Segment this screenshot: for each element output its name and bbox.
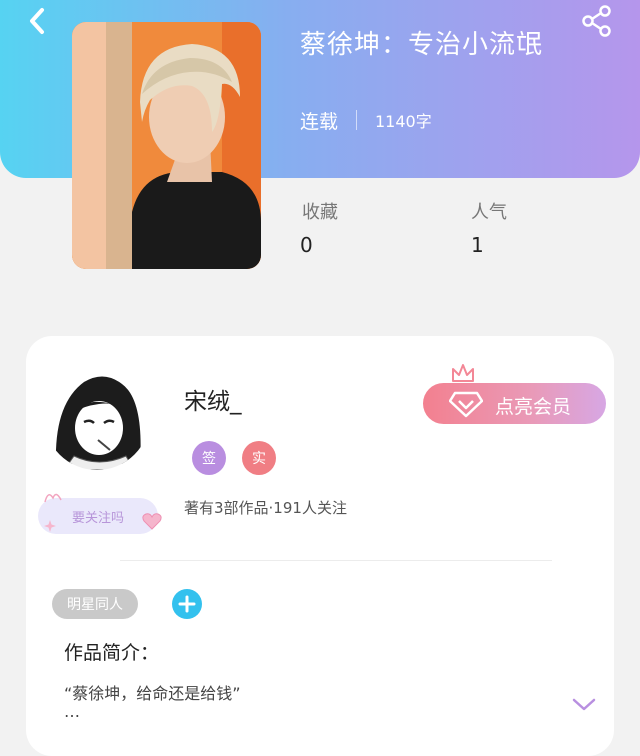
crown-icon — [452, 364, 474, 382]
follow-prompt-tag[interactable]: 要关注吗 — [38, 493, 162, 534]
author-name[interactable]: 宋绒_ — [184, 382, 242, 416]
membership-label: 点亮会员 — [495, 396, 572, 418]
avatar-illustration — [44, 364, 150, 470]
author-stats: 著有3部作品·191人关注 — [184, 499, 347, 517]
synopsis-ellipsis: … — [64, 702, 80, 721]
verified-badge: 实 — [242, 441, 276, 475]
popularity-count: 1 — [471, 233, 484, 257]
heart-icon — [142, 513, 162, 530]
star-icon — [44, 520, 56, 532]
cover-illustration — [72, 22, 261, 269]
plus-icon — [178, 595, 196, 613]
signed-badge: 签 — [192, 441, 226, 475]
sparkle-icon — [44, 493, 62, 503]
favorites-label: 收藏 — [302, 202, 338, 223]
popularity-label: 人气 — [471, 202, 507, 223]
share-icon — [582, 5, 611, 37]
novel-title: 蔡徐坤：专治小流氓 — [300, 30, 544, 60]
word-count: 1140字 — [375, 112, 432, 131]
genre-tag[interactable]: 明星同人 — [52, 589, 138, 619]
diamond-icon — [449, 391, 483, 418]
expand-synopsis-button[interactable] — [570, 692, 598, 716]
chevron-down-icon — [572, 698, 596, 711]
card-divider — [120, 560, 552, 561]
synopsis-heading: 作品简介： — [64, 642, 160, 664]
follow-prompt-label: 要关注吗 — [71, 511, 124, 526]
book-cover-image[interactable] — [72, 22, 261, 269]
synopsis-text: “蔡徐坤，给命还是给钱” — [64, 684, 241, 703]
add-tag-button[interactable] — [172, 589, 202, 619]
author-avatar[interactable] — [44, 364, 150, 470]
chevron-left-icon — [30, 8, 44, 34]
serial-status: 连载 — [300, 111, 339, 133]
activate-membership-button[interactable]: 点亮会员 — [423, 383, 606, 424]
share-button[interactable] — [578, 2, 616, 40]
divider-vertical — [356, 110, 357, 130]
favorites-count: 0 — [300, 233, 313, 257]
back-button[interactable] — [20, 4, 54, 38]
